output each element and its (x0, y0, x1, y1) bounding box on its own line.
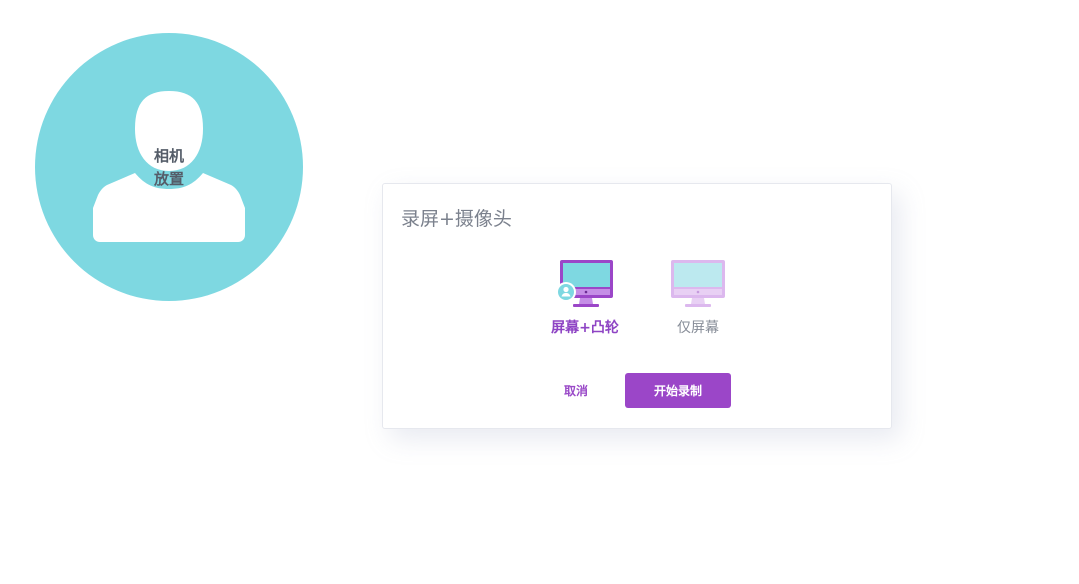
monitor-icon (671, 260, 725, 307)
cancel-button[interactable]: 取消 (564, 382, 588, 399)
option-screen-only[interactable]: 仅屏幕 (643, 259, 753, 337)
camera-placement-label: 相机 放置 (139, 145, 199, 191)
stage: 相机 放置 录屏+摄像头 屏幕+凸轮 仅屏幕 取消 开始录制 (0, 0, 1079, 584)
start-recording-button[interactable]: 开始录制 (625, 373, 731, 408)
option-screen-only-label: 仅屏幕 (677, 320, 719, 336)
option-screen-cam[interactable]: 屏幕+凸轮 (530, 259, 640, 337)
dialog-title: 录屏+摄像头 (401, 208, 512, 230)
record-dialog: 录屏+摄像头 屏幕+凸轮 仅屏幕 取消 开始录制 (382, 183, 892, 429)
camera-label-line1: 相机 (153, 147, 184, 165)
camera-placeholder[interactable]: 相机 放置 (35, 33, 303, 301)
monitor-with-avatar-icon (556, 260, 613, 307)
camera-label-line2: 放置 (153, 170, 184, 188)
option-screen-cam-label: 屏幕+凸轮 (551, 320, 619, 336)
